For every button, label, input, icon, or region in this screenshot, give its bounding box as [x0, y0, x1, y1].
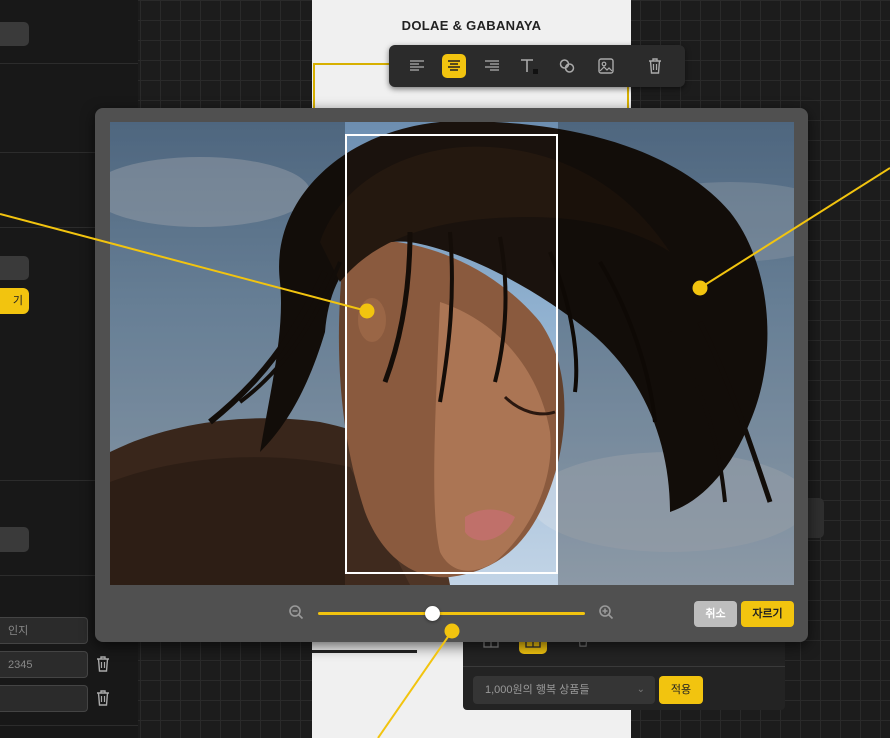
align-center-icon[interactable]	[442, 54, 466, 78]
apply-button[interactable]: 적용	[659, 676, 703, 704]
text-color-icon[interactable]	[517, 54, 541, 78]
trash-icon[interactable]	[643, 54, 667, 78]
zoom-slider-track[interactable]	[318, 612, 585, 615]
divider	[463, 666, 785, 667]
sidebar-box[interactable]	[0, 256, 29, 280]
divider	[0, 725, 138, 726]
zoom-in-icon[interactable]	[598, 604, 614, 625]
cancel-button[interactable]: 취소	[694, 601, 737, 627]
sidebar-input-2[interactable]: 2345	[0, 651, 88, 678]
sidebar-box[interactable]	[0, 527, 29, 552]
link-icon[interactable]	[555, 54, 579, 78]
text-toolbar	[389, 45, 685, 87]
align-left-icon[interactable]	[405, 54, 429, 78]
image-icon[interactable]	[594, 54, 618, 78]
crop-button[interactable]: 자르기	[741, 601, 794, 627]
sidebar-input-3[interactable]	[0, 685, 88, 712]
trash-icon[interactable]	[95, 689, 111, 707]
page-divider-line	[312, 650, 417, 653]
page-title[interactable]: DOLAE & GABANAYA	[312, 18, 631, 33]
sidebar-crop-button[interactable]: 기	[0, 288, 29, 314]
trash-icon[interactable]	[95, 655, 111, 673]
crop-selection-box[interactable]	[345, 134, 558, 574]
sidebar-input-1[interactable]: 인지	[0, 617, 88, 644]
product-select[interactable]: 1,000원의 행복 상품들 ⌄	[473, 676, 655, 704]
sidebar-box[interactable]	[0, 22, 29, 46]
align-right-icon[interactable]	[480, 54, 504, 78]
chevron-down-icon: ⌄	[636, 684, 645, 695]
zoom-out-icon[interactable]	[288, 604, 304, 625]
product-select-value: 1,000원의 행복 상품들	[485, 684, 590, 696]
divider	[0, 63, 138, 64]
